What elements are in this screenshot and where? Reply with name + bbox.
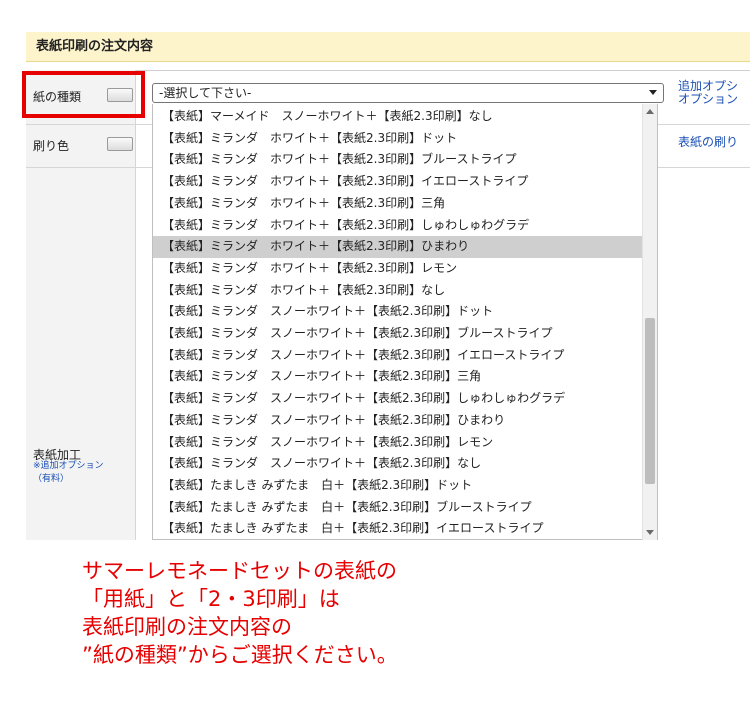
instruction-annotation: サマーレモネードセットの表紙の 「用紙」と「2・3印刷」は 表紙印刷の注文内容の… xyxy=(82,557,642,669)
annotation-line: ”紙の種類”からご選択ください。 xyxy=(82,643,398,667)
dropdown-option[interactable]: 【表紙】ミランダ ホワイト＋【表紙2.3印刷】なし xyxy=(153,280,643,302)
highlight-box xyxy=(22,71,145,118)
dropdown-option[interactable]: 【表紙】ミランダ ホワイト＋【表紙2.3印刷】三角 xyxy=(153,193,643,215)
arrow-up-icon[interactable] xyxy=(646,109,654,114)
scrollbar-thumb[interactable] xyxy=(645,318,655,484)
dropdown-option[interactable]: 【表紙】ミランダ スノーホワイト＋【表紙2.3印刷】イエローストライプ xyxy=(153,345,643,367)
chevron-down-icon xyxy=(649,90,657,95)
print-color-label: 刷り色 xyxy=(33,139,70,153)
annotation-line: サマーレモネードセットの表紙の xyxy=(82,559,397,583)
dropdown-option[interactable]: 【表紙】ミランダ ホワイト＋【表紙2.3印刷】ひまわり xyxy=(153,236,643,258)
print-color-toggle-button[interactable] xyxy=(107,137,133,151)
dropdown-option[interactable]: 【表紙】マーメイド スノーホワイト＋【表紙2.3印刷】なし xyxy=(153,106,643,128)
dropdown-option[interactable]: 【表紙】ミランダ ホワイト＋【表紙2.3印刷】しゅわしゅわグラデ xyxy=(153,215,643,237)
dropdown-option[interactable]: 【表紙】ミランダ ホワイト＋【表紙2.3印刷】ドット xyxy=(153,128,643,150)
dropdown-option[interactable]: 【表紙】たましき みずたま 白＋【表紙2.3印刷】ドット xyxy=(153,475,643,497)
dropdown-option[interactable]: 【表紙】ミランダ ホワイト＋【表紙2.3印刷】レモン xyxy=(153,258,643,280)
dropdown-option[interactable]: 【表紙】ミランダ スノーホワイト＋【表紙2.3印刷】ドット xyxy=(153,301,643,323)
arrow-down-icon[interactable] xyxy=(646,530,654,535)
cover-print-link[interactable]: 表紙の刷り xyxy=(678,136,738,149)
dropdown-option[interactable]: 【表紙】ミランダ スノーホワイト＋【表紙2.3印刷】ブルーストライプ xyxy=(153,323,643,345)
option-link[interactable]: オプション xyxy=(678,93,738,106)
dropdown-option[interactable]: 【表紙】たましき みずたま 白＋【表紙2.3印刷】イエローストライプ xyxy=(153,518,643,539)
section-title: 表紙印刷の注文内容 xyxy=(26,32,750,62)
dropdown-option[interactable]: 【表紙】ミランダ ホワイト＋【表紙2.3印刷】ブルーストライプ xyxy=(153,149,643,171)
dropdown-option[interactable]: 【表紙】ミランダ スノーホワイト＋【表紙2.3印刷】レモン xyxy=(153,432,643,454)
paper-type-dropdown-list[interactable]: 【表紙】マーメイド スノーホワイト＋【表紙2.3印刷】なし 【表紙】ミランダ ホワ… xyxy=(152,104,658,540)
dropdown-option[interactable]: 【表紙】ミランダ スノーホワイト＋【表紙2.3印刷】ひまわり xyxy=(153,410,643,432)
select-value: -選択して下さい- xyxy=(159,86,252,100)
dropdown-scrollbar[interactable] xyxy=(642,104,657,540)
paid-note: （有料） xyxy=(33,474,70,484)
annotation-line: 表紙印刷の注文内容の xyxy=(82,615,292,639)
annotation-line: 「用紙」と「2・3印刷」は xyxy=(82,587,340,611)
dropdown-option[interactable]: 【表紙】ミランダ スノーホワイト＋【表紙2.3印刷】なし xyxy=(153,453,643,475)
additional-option-note: ※追加オプション xyxy=(33,461,104,471)
dropdown-option[interactable]: 【表紙】たましき みずたま 白＋【表紙2.3印刷】ブルーストライプ xyxy=(153,497,643,519)
dropdown-option[interactable]: 【表紙】ミランダ スノーホワイト＋【表紙2.3印刷】三角 xyxy=(153,366,643,388)
paper-type-select[interactable]: -選択して下さい- xyxy=(152,83,664,103)
dropdown-option[interactable]: 【表紙】ミランダ ホワイト＋【表紙2.3印刷】イエローストライプ xyxy=(153,171,643,193)
dropdown-option[interactable]: 【表紙】ミランダ スノーホワイト＋【表紙2.3印刷】しゅわしゅわグラデ xyxy=(153,388,643,410)
